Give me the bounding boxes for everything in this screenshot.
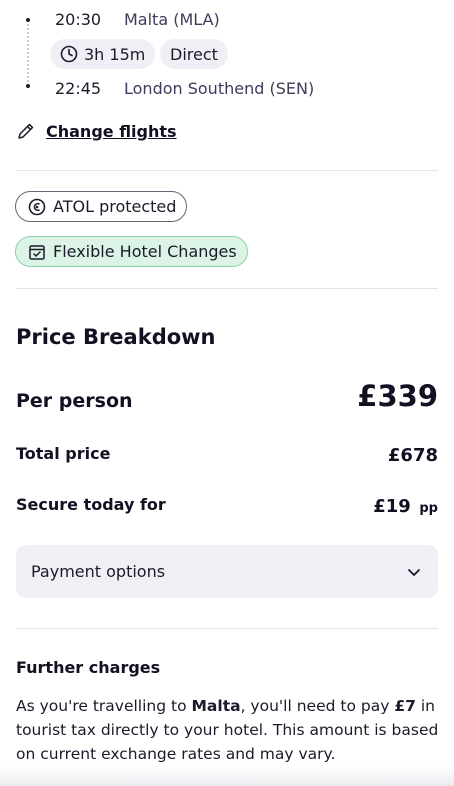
direct-pill: Direct [160,39,228,69]
arrival-airport: London Southend (SEN) [124,79,315,98]
change-flights-link[interactable]: Change flights [16,121,177,141]
payment-options-label: Payment options [31,562,166,581]
per-person-suffix: pp [419,501,438,516]
per-person-label: Per person [16,390,133,412]
arrival-dot [26,84,30,88]
text-segment: As you're travelling to [16,697,192,715]
bottom-fade [0,766,454,786]
divider [16,170,438,171]
atol-badge: ATOL protected [15,191,188,222]
atol-label: ATOL protected [53,197,177,216]
divider [16,288,438,289]
flight-type-text: Direct [170,44,218,64]
price-breakdown-heading: Price Breakdown [16,325,216,349]
clock-icon [60,45,78,63]
change-flights-label: Change flights [46,121,177,141]
chevron-down-icon [408,568,420,576]
total-price-value: £678 [387,445,438,466]
duration-text: 3h 15m [84,44,146,64]
flexible-hotel-label: Flexible Hotel Changes [53,242,237,261]
duration-pill: 3h 15m [50,39,156,69]
flexible-hotel-badge: Flexible Hotel Changes [15,236,248,267]
per-person-price: £339 [357,379,438,413]
divider [16,628,438,629]
arrival-time: 22:45 [55,79,102,98]
further-charges-text: As you're travelling to Malta, you'll ne… [16,694,440,766]
departure-dot [26,18,30,22]
secure-today-value: £19 [373,496,411,517]
payment-options-dropdown[interactable]: Payment options [16,545,438,598]
departure-time: 20:30 [55,10,102,29]
calendar-check-icon [29,244,45,260]
pencil-icon [18,123,34,139]
tax-amount: £7 [394,697,416,715]
text-segment: , you'll need to pay [240,697,395,715]
flight-itinerary: 20:30 Malta (MLA) 3h 15m Direct 22:45 Lo… [0,0,454,110]
total-price-label: Total price [16,444,111,463]
further-charges-title: Further charges [16,658,161,677]
atol-icon [28,198,46,215]
itinerary-line [27,24,29,82]
destination-name: Malta [191,697,241,715]
departure-airport: Malta (MLA) [124,10,220,29]
secure-today-price: £19 pp [373,496,438,517]
secure-today-label: Secure today for [16,495,166,514]
